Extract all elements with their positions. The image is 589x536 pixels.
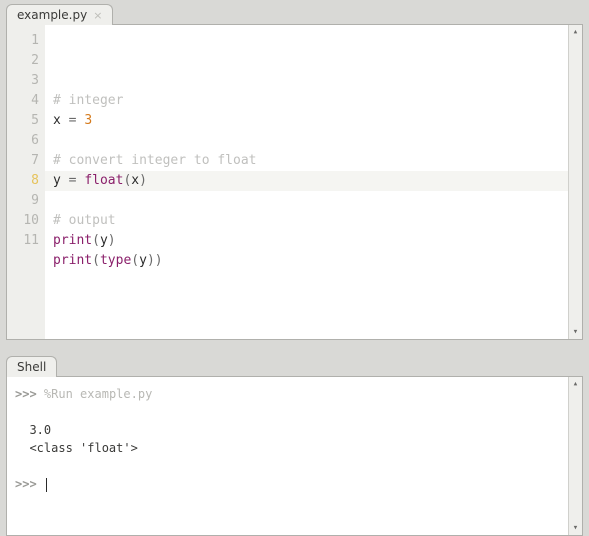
code-line[interactable]: [53, 271, 560, 291]
scroll-down-icon[interactable]: ▾: [569, 325, 583, 339]
code-line[interactable]: y = float(x): [53, 171, 560, 191]
shell-tab-label: Shell: [17, 360, 46, 374]
line-number: 11: [7, 231, 39, 251]
editor-tab-label: example.py: [17, 8, 87, 22]
close-icon[interactable]: ×: [93, 10, 102, 21]
line-number: 5: [7, 111, 39, 131]
line-number: 10: [7, 211, 39, 231]
code-line[interactable]: # convert integer to float: [53, 151, 560, 171]
code-line[interactable]: [53, 131, 560, 151]
line-number: 2: [7, 51, 39, 71]
shell-pane: Shell >>> %Run example.py 3.0 <class 'fl…: [6, 352, 583, 536]
code-line[interactable]: print(y): [53, 231, 560, 251]
line-number-gutter: 1234567891011: [7, 25, 45, 339]
shell-output-line: 3.0: [15, 421, 560, 439]
code-line[interactable]: [53, 71, 560, 91]
editor-tab[interactable]: example.py ×: [6, 4, 113, 25]
shell-cursor: [46, 478, 47, 492]
shell-scrollbar[interactable]: ▴ ▾: [568, 377, 582, 535]
code-line[interactable]: print(type(y)): [53, 251, 560, 271]
code-line[interactable]: # output: [53, 211, 560, 231]
line-number: 1: [7, 31, 39, 51]
line-number: 6: [7, 131, 39, 151]
code-line[interactable]: [53, 191, 560, 211]
editor-area: 1234567891011 # integerx = 3 # convert in…: [6, 24, 583, 340]
code-area[interactable]: # integerx = 3 # convert integer to float…: [45, 25, 568, 339]
line-number: 7: [7, 151, 39, 171]
editor-scrollbar[interactable]: ▴ ▾: [568, 25, 582, 339]
scroll-down-icon[interactable]: ▾: [569, 521, 583, 535]
editor-pane: example.py × 1234567891011 # integerx = …: [6, 0, 583, 340]
shell-tab-bar: Shell: [6, 352, 583, 376]
shell-body[interactable]: >>> %Run example.py 3.0 <class 'float'> …: [7, 377, 568, 535]
shell-run-command: %Run example.py: [44, 387, 152, 401]
shell-area: >>> %Run example.py 3.0 <class 'float'> …: [6, 376, 583, 536]
line-number: 8: [7, 171, 39, 191]
line-number: 9: [7, 191, 39, 211]
editor-tab-bar: example.py ×: [6, 0, 583, 24]
line-number: 3: [7, 71, 39, 91]
shell-prompt: >>>: [15, 387, 37, 401]
shell-output-line: <class 'float'>: [15, 439, 560, 457]
shell-prompt: >>>: [15, 477, 37, 491]
line-number: 4: [7, 91, 39, 111]
shell-tab[interactable]: Shell: [6, 356, 57, 377]
code-line[interactable]: x = 3: [53, 111, 560, 131]
scroll-up-icon[interactable]: ▴: [569, 377, 583, 391]
scroll-up-icon[interactable]: ▴: [569, 25, 583, 39]
code-line[interactable]: # integer: [53, 91, 560, 111]
